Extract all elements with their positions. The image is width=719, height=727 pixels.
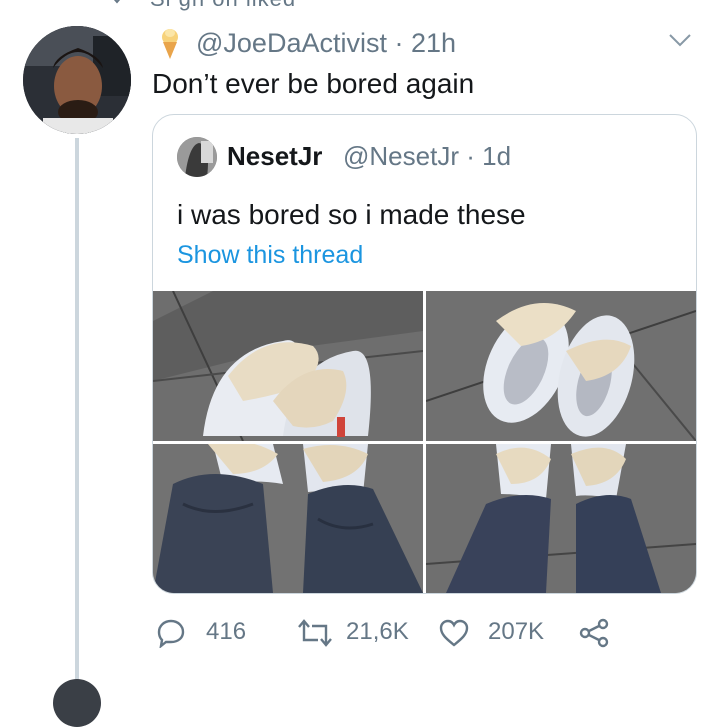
reply-button[interactable]: 416: [156, 614, 256, 650]
quote-avatar[interactable]: [177, 137, 217, 177]
reply-icon: [157, 619, 185, 648]
share-icon: [579, 618, 609, 648]
media-image-1[interactable]: [153, 291, 423, 441]
tweet-actions: 416 21,6K 207K: [0, 614, 719, 650]
next-tweet-avatar[interactable]: [53, 679, 101, 727]
share-button[interactable]: [578, 614, 612, 650]
user-avatar[interactable]: [23, 26, 131, 134]
tweet-text: Don’t ever be bored again: [152, 68, 475, 99]
social-context-text: Si gh on liked: [150, 0, 296, 12]
author-handle[interactable]: @JoeDaActivist · 21h: [196, 28, 456, 59]
meta-separator: ·: [394, 28, 404, 58]
media-image-4[interactable]: [426, 444, 696, 593]
media-image-3[interactable]: [153, 444, 423, 593]
meta-separator: ·: [466, 141, 475, 171]
heart-icon: [439, 619, 469, 647]
quote-author-meta: @NesetJr · 1d: [343, 141, 511, 172]
retweet-button[interactable]: 21,6K: [296, 614, 422, 650]
thread-line: [75, 138, 79, 688]
show-thread-link[interactable]: Show this thread: [177, 241, 363, 270]
media-image-2[interactable]: [426, 291, 696, 441]
quote-time[interactable]: 1d: [482, 141, 511, 171]
media-grid: [153, 291, 696, 593]
heart-icon: [113, 0, 121, 4]
tweet-time[interactable]: 21h: [411, 28, 456, 58]
like-count: 207K: [488, 618, 545, 645]
quote-tweet-card[interactable]: NesetJr @NesetJr · 1d i was bored so i m…: [152, 114, 697, 594]
quote-author-name[interactable]: NesetJr: [227, 141, 322, 172]
quote-text: i was bored so i made these: [177, 199, 526, 230]
retweet-count: 21,6K: [346, 618, 409, 645]
reply-count: 416: [206, 618, 247, 645]
quote-author-handle[interactable]: @NesetJr: [343, 141, 459, 171]
ice-cream-icon: [162, 29, 178, 59]
like-button[interactable]: 207K: [438, 614, 556, 650]
retweet-icon: [298, 619, 332, 647]
chevron-down-icon[interactable]: [668, 32, 692, 48]
